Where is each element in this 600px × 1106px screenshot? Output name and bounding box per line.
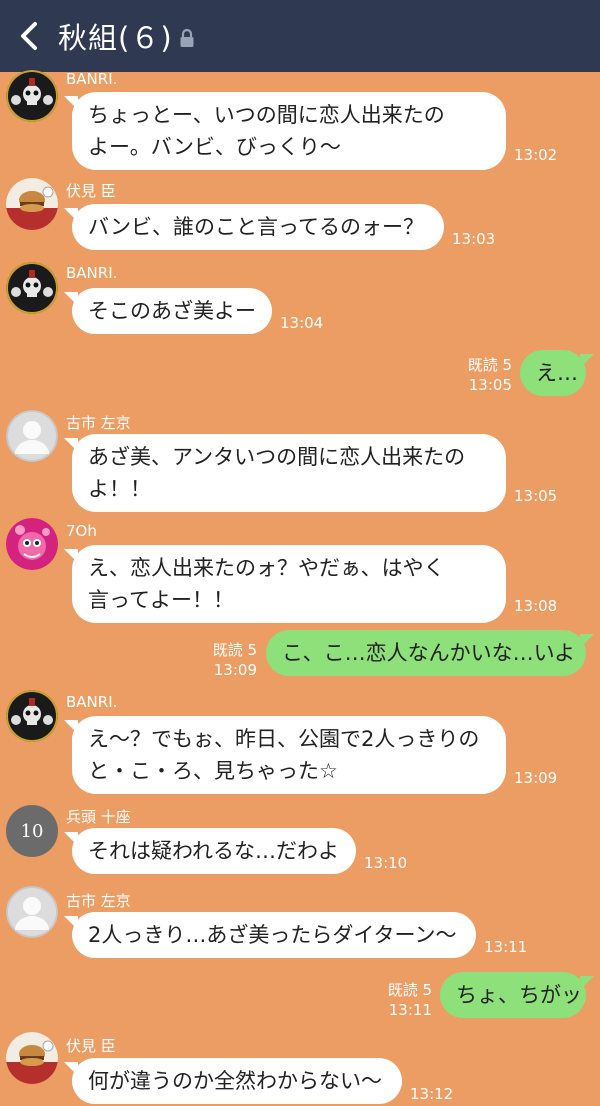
read-receipt: 既読 5 13:09 [213,640,257,680]
sender-name: BANRI. [66,693,118,711]
read-receipt: 既読 5 13:05 [468,355,512,395]
sender-name: 古市 左京 [66,892,131,910]
message-time: 13:05 [468,376,512,394]
sender-name: 伏見 臣 [66,182,116,200]
message-time: 13:10 [364,854,408,872]
read-receipt: 既読 5 13:11 [388,980,432,1020]
message-text: え〜？でもぉ、昨日、公園で2人っきりの [88,727,480,751]
message-bubble[interactable]: ちょっとー、いつの間に恋人出来たの よー。バンビ、びっくり〜 [64,92,506,170]
message-text: え、恋人出来たのォ？やだぁ、はやく [88,556,445,580]
sender-name: 伏見 臣 [66,1037,116,1055]
back-button[interactable] [0,0,58,72]
message-time: 13:11 [484,938,528,956]
sender-name: BANRI. [66,264,118,282]
message-time: 13:12 [410,1085,454,1103]
avatar-hyodo[interactable]: 10 [6,805,58,857]
message-text: え… [536,361,578,385]
message-time: 13:02 [514,146,558,164]
message-text: 言ってよー！！ [88,588,234,612]
message-text: そこのあざ美よー [88,299,256,323]
avatar-banri[interactable] [6,690,58,742]
message-text: ちょっとー、いつの間に恋人出来たの [88,103,445,127]
avatar-default[interactable] [6,410,58,462]
sender-name: 古市 左京 [66,414,131,432]
message-bubble[interactable]: 2人っきり…あざ美ったらダイターン〜 [64,912,476,958]
avatar-7oh[interactable] [6,518,58,570]
message-text: こ、こ…恋人なんかいな…いよ [282,641,576,665]
message-text: それは疑われるな…だわよ [88,839,339,863]
message-bubble[interactable]: バンビ、誰のこと言ってるのォー？ [64,204,444,250]
avatar-fushimi[interactable] [6,1032,58,1084]
read-count: 既読 5 [212,641,257,659]
lock-icon [180,28,194,47]
message-bubble[interactable]: え〜？でもぉ、昨日、公園で2人っきりの と・こ・ろ、見ちゃった☆ [64,716,506,794]
message-bubble[interactable]: え、恋人出来たのォ？やだぁ、はやく 言ってよー！！ [64,545,506,623]
avatar-label: 10 [20,820,44,842]
chat-title[interactable]: 秋組(６) [58,15,173,57]
message-text: 2人っきり…あざ美ったらダイターン〜 [88,923,457,947]
message-bubble[interactable]: ちょ、ちがッ [440,972,594,1018]
read-count: 既読 5 [467,356,512,374]
message-time: 13:11 [388,1001,432,1019]
chat-header: 秋組(６) [0,0,600,72]
message-time: 13:03 [452,230,496,248]
message-time: 13:04 [280,314,324,332]
message-text: と・こ・ろ、見ちゃった☆ [88,759,338,783]
avatar-banri[interactable] [6,70,58,122]
avatar-default[interactable] [6,886,58,938]
chevron-left-icon [21,22,37,50]
message-bubble[interactable]: あざ美、アンタいつの間に恋人出来たの よ！！ [64,434,506,512]
avatar-banri[interactable] [6,262,58,314]
message-text: よー。バンビ、びっくり〜 [88,135,341,159]
sender-name: 7Oh [66,522,97,540]
sender-name: 兵頭 十座 [66,808,131,826]
message-bubble[interactable]: それは疑われるな…だわよ [64,828,356,874]
message-text: バンビ、誰のこと言ってるのォー？ [88,215,424,239]
message-bubble[interactable]: 何が違うのか全然わからない〜 [64,1058,402,1104]
message-time: 13:05 [514,487,558,505]
message-text: よ！！ [88,477,151,501]
message-text: ちょ、ちがッ [456,983,582,1007]
sender-name: BANRI. [66,70,118,88]
message-time: 13:08 [514,597,558,615]
message-text: 何が違うのか全然わからない〜 [88,1069,382,1093]
message-time: 13:09 [514,769,558,787]
avatar-fushimi[interactable] [6,178,58,230]
message-bubble[interactable]: こ、こ…恋人なんかいな…いよ [266,630,594,676]
message-bubble[interactable]: え… [520,350,594,396]
message-bubble[interactable]: そこのあざ美よー [64,288,272,334]
message-text: あざ美、アンタいつの間に恋人出来たの [88,445,466,469]
read-count: 既読 5 [387,981,432,999]
message-time: 13:09 [213,661,257,679]
